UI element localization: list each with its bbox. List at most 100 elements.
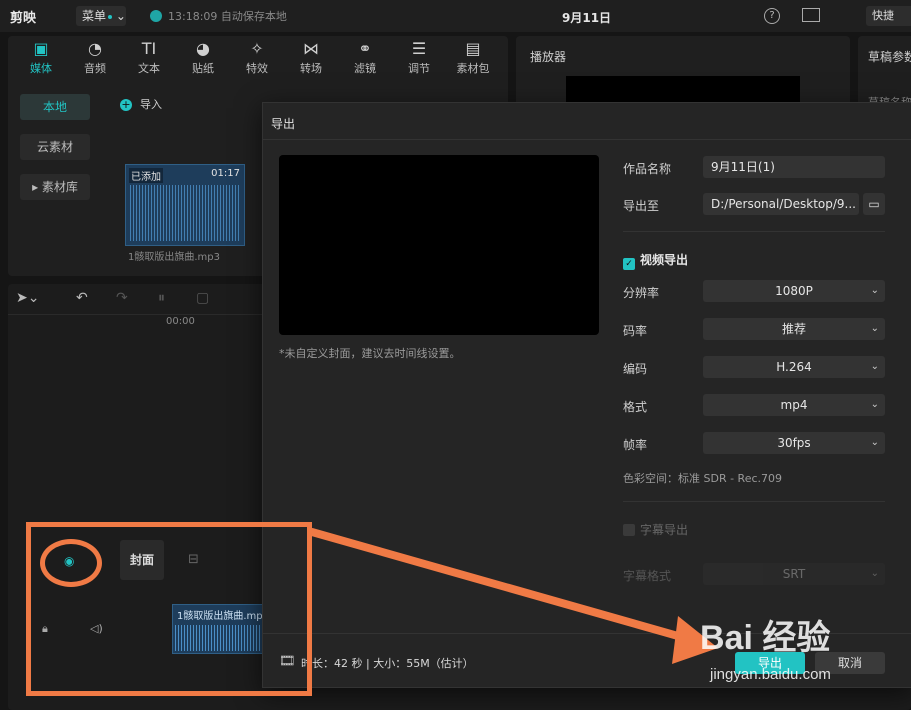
chevron-down-icon: ⌄ (870, 399, 879, 410)
format-label: 格式 (623, 400, 648, 414)
tab-effects[interactable]: ✧ 特效 (230, 38, 284, 76)
undo-icon[interactable]: ↶ (76, 290, 88, 306)
filter-icon: ⚭ (358, 39, 372, 58)
project-title: 9月11日 (562, 11, 612, 25)
codec-label: 编码 (623, 362, 648, 376)
subtitle-format-select[interactable]: SRT ⌄ (703, 563, 885, 585)
tab-transition[interactable]: ⋈ 转场 (284, 38, 338, 76)
chevron-down-icon: ⌄ (870, 285, 879, 296)
path-input[interactable]: D:/Personal/Desktop/9... (703, 193, 859, 215)
sticker-icon: ◕ (196, 39, 210, 58)
autosave-text: 13:18:09 自动保存本地 (168, 10, 287, 23)
folder-icon[interactable]: ▭ (863, 193, 885, 215)
transition-icon: ⋈ (303, 39, 319, 58)
app-logo: 剪映 (10, 11, 37, 26)
menu-button[interactable]: 菜单 ⌄ (76, 6, 126, 26)
import-button[interactable]: + 导入 (120, 96, 162, 112)
fps-select[interactable]: 30fps ⌄ (703, 432, 885, 454)
format-select[interactable]: mp4 ⌄ (703, 394, 885, 416)
resolution-label: 分辨率 (623, 286, 660, 300)
bitrate-select[interactable]: 推荐 ⌄ (703, 318, 885, 340)
tab-audio[interactable]: ◔ 音频 (68, 38, 122, 76)
import-label: 导入 (140, 98, 162, 111)
chevron-down-icon: ⌄ (870, 323, 879, 334)
cover-hint: *未自定义封面，建议去时间线设置。 (279, 347, 461, 360)
codec-select[interactable]: H.264 ⌄ (703, 356, 885, 378)
timeline-time: 00:00 (166, 316, 195, 327)
divider (623, 231, 885, 232)
bitrate-value: 推荐 (781, 322, 806, 336)
tab-sticker[interactable]: ◕ 贴纸 (176, 38, 230, 76)
package-icon: ▤ (465, 39, 481, 58)
clip-name: 1骸取版出旗曲.mp3 (128, 252, 220, 263)
tab-adjust[interactable]: ☰ 调节 (392, 38, 446, 76)
delete-icon[interactable]: ▢ (196, 290, 209, 306)
help-icon[interactable]: ? (764, 8, 780, 24)
tab-filter[interactable]: ⚭ 滤镜 (338, 38, 392, 76)
tab-package[interactable]: ▤ 素材包 (446, 38, 500, 76)
chevron-down-icon: ⌄ (112, 9, 126, 23)
split-icon[interactable]: ⏸ (158, 290, 165, 306)
dialog-title: 导出 (271, 117, 296, 131)
resolution-select[interactable]: 1080P ⌄ (703, 280, 885, 302)
tab-label: 媒体 (30, 62, 52, 75)
name-label: 作品名称 (623, 162, 672, 176)
clip-duration: 01:17 (211, 168, 240, 179)
tab-label: 音频 (84, 62, 106, 75)
menu-label: 菜单 (82, 9, 107, 23)
media-icon: ▣ (33, 39, 49, 58)
color-space-info: 色彩空间：标准 SDR - Rec.709 (623, 472, 783, 485)
fps-label: 帧率 (623, 438, 648, 452)
top-bar: 剪映 菜单 ⌄ 13:18:09 自动保存本地 9月11日 ? 快捷 (0, 0, 911, 32)
tab-label: 调节 (408, 62, 430, 75)
autosave-status: 13:18:09 自动保存本地 (150, 8, 287, 24)
subtitle-format-value: SRT (782, 567, 806, 581)
chevron-down-icon: ⌄ (870, 437, 879, 448)
check-circle-icon (150, 10, 162, 22)
nav-cloud[interactable]: 云素材 (20, 134, 90, 160)
name-input[interactable]: 9月11日(1) (703, 156, 885, 178)
adjust-icon: ☰ (411, 39, 427, 58)
bitrate-label: 码率 (623, 324, 648, 338)
tab-media[interactable]: ▣ 媒体 (14, 38, 68, 76)
checkbox-checked-icon: ✓ (623, 258, 635, 270)
media-clip-thumbnail[interactable]: 已添加 01:17 (125, 164, 245, 246)
redo-icon[interactable]: ↷ (116, 290, 128, 306)
dialog-header: 导出 (263, 103, 911, 140)
tab-label: 滤镜 (354, 62, 376, 75)
text-icon: TI (141, 39, 157, 58)
tab-label: 特效 (246, 62, 268, 75)
tab-label: 转场 (300, 62, 322, 75)
shortcut-button[interactable]: 快捷 (866, 6, 911, 26)
select-cursor-icon[interactable]: ➤⌄ (16, 290, 39, 306)
layout-icon[interactable] (802, 8, 820, 22)
added-badge: 已添加 (129, 168, 163, 183)
subtitle-format-label: 字幕格式 (623, 569, 672, 583)
codec-value: H.264 (776, 360, 812, 374)
subtitle-export-label: 字幕导出 (640, 523, 689, 537)
waveform (130, 185, 240, 241)
tab-label: 贴纸 (192, 62, 214, 75)
watermark-logo: Bai 经验 (700, 619, 831, 657)
draft-title: 草稿参数 (868, 50, 911, 64)
player-title: 播放器 (530, 50, 567, 64)
watermark-url: jingyan.baidu.com (710, 666, 831, 683)
cover-preview[interactable] (279, 155, 599, 335)
audio-icon: ◔ (88, 39, 102, 58)
export-summary: 时长：42 秒 | 大小：55M（估计） (301, 657, 474, 670)
format-value: mp4 (780, 398, 808, 412)
subtitle-export-checkbox[interactable]: 字幕导出 (623, 521, 688, 538)
nav-library[interactable]: ▸ 素材库 (20, 174, 90, 200)
chevron-down-icon: ⌄ (870, 361, 879, 372)
export-dialog: 导出 *未自定义封面，建议去时间线设置。 作品名称 9月11日(1) 导出至 D… (262, 102, 911, 688)
tab-label: 素材包 (456, 62, 490, 75)
divider (623, 501, 885, 502)
nav-local[interactable]: 本地 (20, 94, 90, 120)
annotation-circle (40, 539, 102, 587)
plus-icon: + (120, 98, 132, 111)
chevron-down-icon: ⌄ (870, 568, 879, 579)
tab-text[interactable]: TI 文本 (122, 38, 176, 76)
resolution-value: 1080P (775, 284, 813, 298)
video-export-checkbox[interactable]: ✓ 视频导出 (623, 251, 688, 270)
tab-label: 文本 (138, 62, 160, 75)
